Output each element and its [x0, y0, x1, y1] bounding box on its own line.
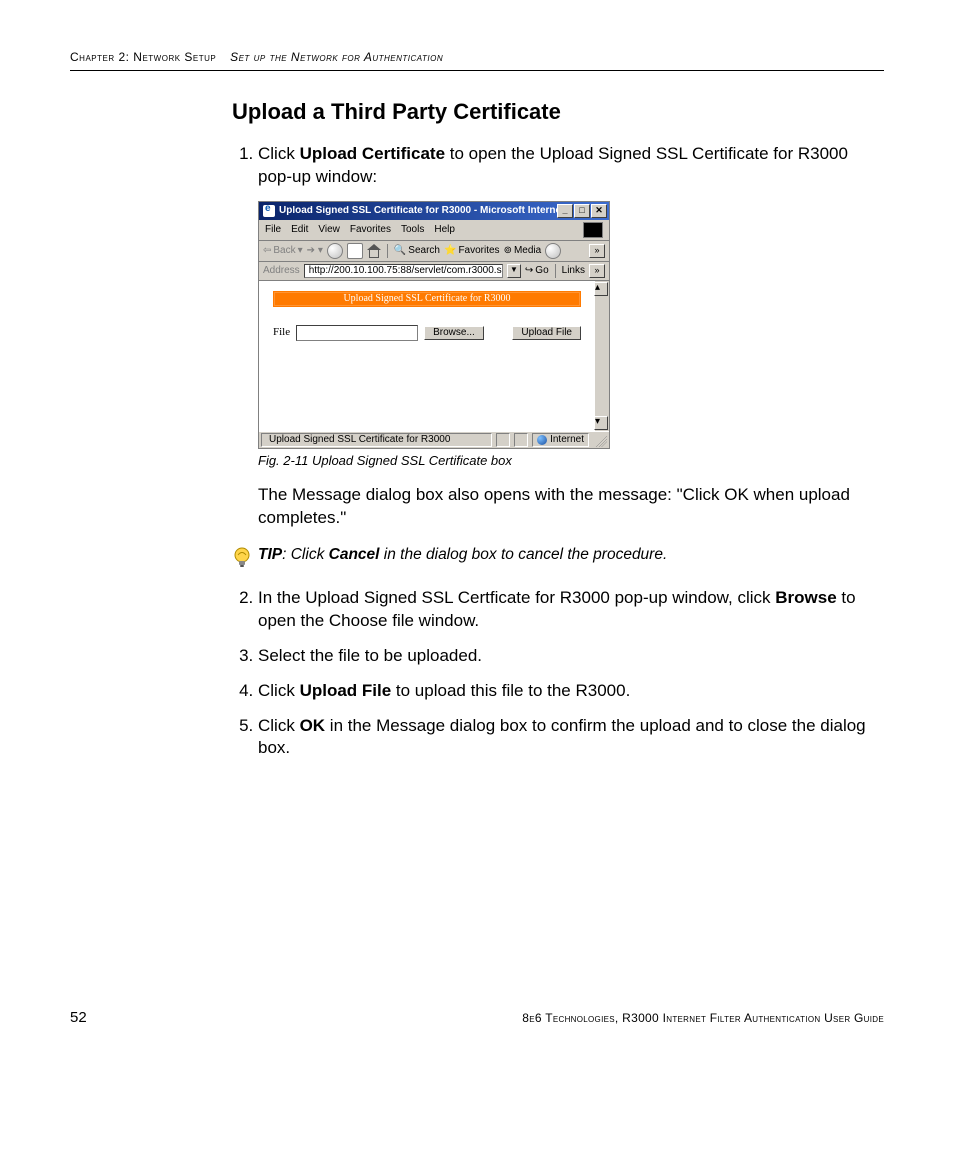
links-label[interactable]: Links	[562, 266, 585, 276]
step-1: Click Upload Certificate to open the Upl…	[258, 143, 884, 189]
refresh-icon[interactable]	[347, 243, 363, 259]
ie-window: Upload Signed SSL Certificate for R3000 …	[258, 201, 610, 449]
file-input[interactable]	[296, 325, 418, 341]
scroll-down[interactable]: ▾	[594, 416, 608, 430]
throbber-icon	[583, 222, 603, 238]
menu-bar: File Edit View Favorites Tools Help	[259, 220, 609, 241]
forward-button[interactable]: ➔ ▾	[307, 246, 323, 256]
file-label: File	[273, 327, 290, 338]
globe-icon	[537, 435, 547, 445]
chapter-label: Chapter 2: Network Setup	[70, 50, 216, 64]
security-zone: Internet	[532, 433, 589, 447]
links-overflow[interactable]: »	[589, 264, 605, 278]
close-button[interactable]: ✕	[591, 204, 607, 218]
favorites-button[interactable]: ⭐Favorites	[444, 246, 500, 256]
toolbar: ⇦ Back ▾ ➔ ▾ 🔍Search ⭐Favorites ⊚Media »	[259, 241, 609, 262]
stop-icon[interactable]	[327, 243, 343, 259]
status-seg-2	[514, 433, 528, 447]
menu-favorites[interactable]: Favorites	[350, 225, 391, 235]
section-label: Set up the Network for Authentication	[230, 50, 443, 64]
page-number: 52	[70, 1009, 87, 1026]
steps-list-top: Click Upload Certificate to open the Upl…	[258, 143, 884, 189]
guide-title: 8e6 Technologies, R3000 Internet Filter …	[522, 1011, 884, 1025]
toolbar-overflow[interactable]: »	[589, 244, 605, 258]
client-area: ▴ ▾ Upload Signed SSL Certificate for R3…	[259, 281, 609, 431]
upload-file-button[interactable]: Upload File	[512, 326, 581, 340]
menu-help[interactable]: Help	[434, 225, 455, 235]
status-seg-1	[496, 433, 510, 447]
home-icon[interactable]	[367, 244, 381, 258]
content-area: Upload a Third Party Certificate Click U…	[232, 99, 884, 760]
page-title: Upload a Third Party Certificate	[232, 99, 884, 125]
file-row: File Browse... Upload File	[269, 325, 585, 341]
titlebar: Upload Signed SSL Certificate for R3000 …	[259, 202, 609, 220]
window-title: Upload Signed SSL Certificate for R3000 …	[279, 206, 557, 216]
page-footer: 52 8e6 Technologies, R3000 Internet Filt…	[70, 1009, 884, 1026]
browse-button[interactable]: Browse...	[424, 326, 484, 340]
lightbulb-icon	[232, 546, 254, 575]
menu-view[interactable]: View	[318, 225, 340, 235]
status-text: Upload Signed SSL Certificate for R3000	[261, 433, 492, 447]
tip-text: TIP: Click Cancel in the dialog box to c…	[258, 546, 667, 564]
step-5: Click OK in the Message dialog box to co…	[258, 715, 884, 761]
back-button[interactable]: ⇦ Back ▾	[263, 246, 303, 256]
menu-file[interactable]: File	[265, 225, 281, 235]
address-text: http://200.10.100.75:88/servlet/com.r300…	[309, 266, 503, 276]
go-button[interactable]: ↪Go	[525, 266, 549, 276]
history-icon[interactable]	[545, 243, 561, 259]
address-input[interactable]: http://200.10.100.75:88/servlet/com.r300…	[304, 264, 503, 278]
running-header: Chapter 2: Network Setup Set up the Netw…	[70, 50, 884, 71]
step-2: In the Upload Signed SSL Certficate for …	[258, 587, 884, 633]
ie-icon	[263, 205, 275, 217]
search-button[interactable]: 🔍Search	[394, 246, 440, 256]
figure-caption: Fig. 2-11 Upload Signed SSL Certificate …	[258, 453, 884, 468]
tip-row: TIP: Click Cancel in the dialog box to c…	[232, 546, 884, 575]
menu-tools[interactable]: Tools	[401, 225, 424, 235]
step-3: Select the file to be uploaded.	[258, 645, 884, 668]
resize-grip[interactable]	[593, 433, 607, 447]
maximize-button[interactable]: □	[574, 204, 590, 218]
scroll-up[interactable]: ▴	[594, 282, 608, 296]
upload-banner: Upload Signed SSL Certificate for R3000	[273, 291, 581, 307]
minimize-button[interactable]: _	[557, 204, 573, 218]
menu-edit[interactable]: Edit	[291, 225, 308, 235]
toolbar-separator	[387, 244, 388, 258]
address-dropdown[interactable]: ▼	[507, 264, 521, 278]
media-button[interactable]: ⊚Media	[504, 246, 542, 256]
address-bar: Address http://200.10.100.75:88/servlet/…	[259, 262, 609, 281]
status-bar: Upload Signed SSL Certificate for R3000 …	[259, 431, 609, 448]
steps-list-rest: In the Upload Signed SSL Certficate for …	[258, 587, 884, 761]
step-4: Click Upload File to upload this file to…	[258, 680, 884, 703]
message-paragraph: The Message dialog box also opens with t…	[258, 484, 884, 530]
address-label: Address	[263, 266, 300, 276]
